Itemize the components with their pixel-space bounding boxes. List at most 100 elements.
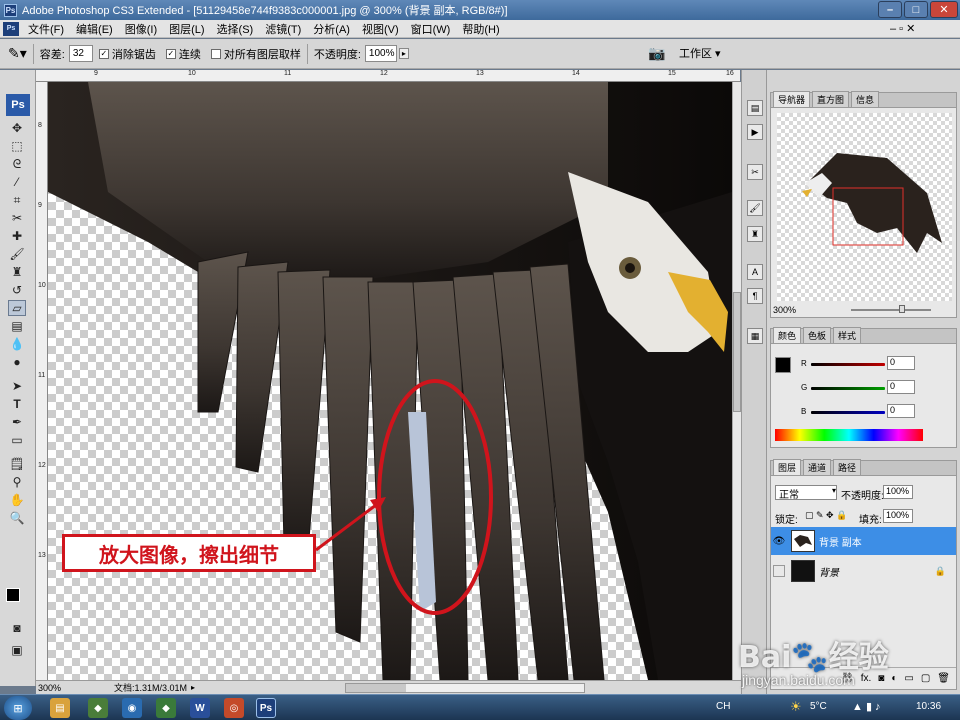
tab-swatches[interactable]: 色板 [803, 327, 832, 343]
lock-icons[interactable]: ▢ ✎ ✥ 🔒 [805, 510, 847, 521]
browser-icon[interactable]: ◉ [122, 698, 142, 718]
tab-paths[interactable]: 路径 [833, 459, 862, 475]
brush-tool-icon[interactable]: 🖌 [8, 246, 26, 262]
photoshop-taskbar-icon[interactable]: Ps [256, 698, 276, 718]
vertical-scrollbar[interactable] [732, 82, 741, 680]
menu-help[interactable]: 帮助(H) [456, 21, 505, 37]
app2-icon[interactable]: ◎ [224, 698, 244, 718]
security-icon[interactable]: ◆ [88, 698, 108, 718]
all-layers-checkbox[interactable] [210, 48, 221, 59]
tab-histogram[interactable]: 直方图 [812, 91, 850, 107]
minimize-button[interactable]: – [878, 1, 902, 18]
document-canvas[interactable]: 放大图像，擦出细节 [48, 82, 732, 680]
menu-filter[interactable]: 滤镜(T) [259, 21, 307, 37]
color-ramp[interactable] [775, 429, 923, 441]
channel-b-input[interactable]: 0 [887, 404, 915, 418]
start-button[interactable]: ⊞ [4, 696, 32, 720]
screen-mode-icon[interactable]: ▣ [8, 642, 26, 658]
brushes-panel-icon[interactable]: 🖌 [747, 200, 763, 216]
layer-row-background-copy[interactable]: 👁 背景 副本 [771, 527, 956, 555]
clone-stamp-icon[interactable]: ♜ [8, 264, 26, 280]
eyedropper-icon[interactable]: ⚲ [8, 474, 26, 490]
tab-info[interactable]: 信息 [851, 91, 880, 107]
ime-indicator[interactable]: CH [716, 701, 730, 712]
channel-g-input[interactable]: 0 [887, 380, 915, 394]
marquee-tool-icon[interactable]: ⬚ [8, 138, 26, 154]
gradient-tool-icon[interactable]: ▤ [8, 318, 26, 334]
foreground-color-swatch[interactable] [6, 588, 20, 602]
navigator-zoom-slider[interactable] [851, 309, 931, 311]
opacity-input[interactable]: 100% [364, 45, 397, 62]
visibility-toggle[interactable] [773, 565, 785, 577]
explorer-icon[interactable]: ▤ [50, 698, 70, 718]
foreground-swatch[interactable] [775, 357, 791, 373]
actions-panel-icon[interactable]: ▶ [747, 124, 763, 140]
new-layer-icon[interactable]: ▢ [921, 673, 930, 684]
tab-channels[interactable]: 通道 [803, 459, 832, 475]
channel-b-slider[interactable] [811, 411, 885, 414]
blur-tool-icon[interactable]: 💧 [8, 336, 26, 352]
hand-tool-icon[interactable]: ✋ [8, 492, 26, 508]
notes-tool-icon[interactable]: 🗒 [8, 456, 26, 472]
quick-mask-icon[interactable]: ◙ [8, 620, 26, 636]
opacity-arrow-icon[interactable]: ▸ [398, 48, 409, 59]
tab-layers[interactable]: 图层 [773, 459, 802, 475]
bridge-icon[interactable]: 📷 [648, 45, 665, 62]
eraser-tool-icon[interactable]: ▱ [8, 300, 26, 316]
slice-tool-icon[interactable]: ✂ [8, 210, 26, 226]
magic-wand-tool-icon[interactable]: ⁄ [8, 174, 26, 190]
word-icon[interactable]: W [190, 698, 210, 718]
crop-tool-icon[interactable]: ⌗ [8, 192, 26, 208]
close-button[interactable]: ✕ [930, 1, 958, 18]
tolerance-input[interactable]: 32 [68, 45, 93, 62]
clone-source-icon[interactable]: ♜ [747, 226, 763, 242]
ps-menu-icon[interactable]: Ps [3, 21, 19, 36]
zoom-slider-handle[interactable] [899, 305, 905, 313]
menu-view[interactable]: 视图(V) [356, 21, 405, 37]
blend-mode-select[interactable]: 正常 ▾ [775, 485, 837, 501]
lasso-tool-icon[interactable]: ᘓ [8, 156, 26, 172]
adjustment-icon[interactable]: ◐ [891, 673, 897, 684]
healing-brush-icon[interactable]: ✚ [8, 228, 26, 244]
navigator-thumbnail[interactable] [777, 113, 952, 301]
shape-tool-icon[interactable]: ▭ [8, 432, 26, 448]
pen-tool-icon[interactable]: ✒ [8, 414, 26, 430]
character-panel-icon[interactable]: A [747, 264, 763, 280]
channel-r-slider[interactable] [811, 363, 885, 366]
clock[interactable]: 10:36 [916, 701, 941, 712]
menu-image[interactable]: 图像(I) [119, 21, 163, 37]
channel-r-input[interactable]: 0 [887, 356, 915, 370]
contiguous-checkbox[interactable]: ✓ [165, 48, 176, 59]
fill-input[interactable]: 100% [883, 509, 913, 523]
layer-comps-icon[interactable]: ▦ [747, 328, 763, 344]
menu-select[interactable]: 选择(S) [211, 21, 260, 37]
paragraph-panel-icon[interactable]: ¶ [747, 288, 763, 304]
move-tool-icon[interactable]: ✥ [8, 120, 26, 136]
layer-opacity-input[interactable]: 100% [883, 485, 913, 499]
channel-g-slider[interactable] [811, 387, 885, 390]
status-menu-arrow-icon[interactable]: ▸ [191, 683, 195, 692]
zoom-tool-icon[interactable]: 🔍 [8, 510, 26, 526]
horizontal-scrollbar[interactable] [345, 682, 586, 693]
workspace-button[interactable]: 工作区 ▾ [679, 45, 721, 61]
eye-icon[interactable]: 👁 [771, 536, 787, 547]
layer-row-background[interactable]: 背景 🔒 [771, 557, 956, 585]
group-icon[interactable]: ▭ [904, 673, 913, 684]
scroll-thumb[interactable] [346, 683, 407, 692]
tab-navigator[interactable]: 导航器 [773, 91, 811, 107]
antialias-checkbox[interactable]: ✓ [98, 48, 109, 59]
history-panel-icon[interactable]: ▤ [747, 100, 763, 116]
menu-edit[interactable]: 编辑(E) [70, 21, 119, 37]
menu-layer[interactable]: 图层(L) [163, 21, 210, 37]
zoom-level[interactable]: 300% [36, 683, 62, 693]
app-icon[interactable]: ◆ [156, 698, 176, 718]
trash-icon[interactable]: 🗑 [937, 673, 950, 684]
document-window-controls[interactable]: – ▫ ✕ [890, 22, 915, 35]
menu-analysis[interactable]: 分析(A) [307, 21, 356, 37]
navigator-zoom[interactable]: 300% [773, 305, 796, 315]
dodge-tool-icon[interactable]: ● [8, 354, 26, 370]
maximize-button[interactable]: □ [904, 1, 928, 18]
magic-eraser-tool-icon[interactable]: ✎▾ [8, 45, 27, 62]
menu-window[interactable]: 窗口(W) [405, 21, 457, 37]
path-select-icon[interactable]: ➤ [8, 378, 26, 394]
